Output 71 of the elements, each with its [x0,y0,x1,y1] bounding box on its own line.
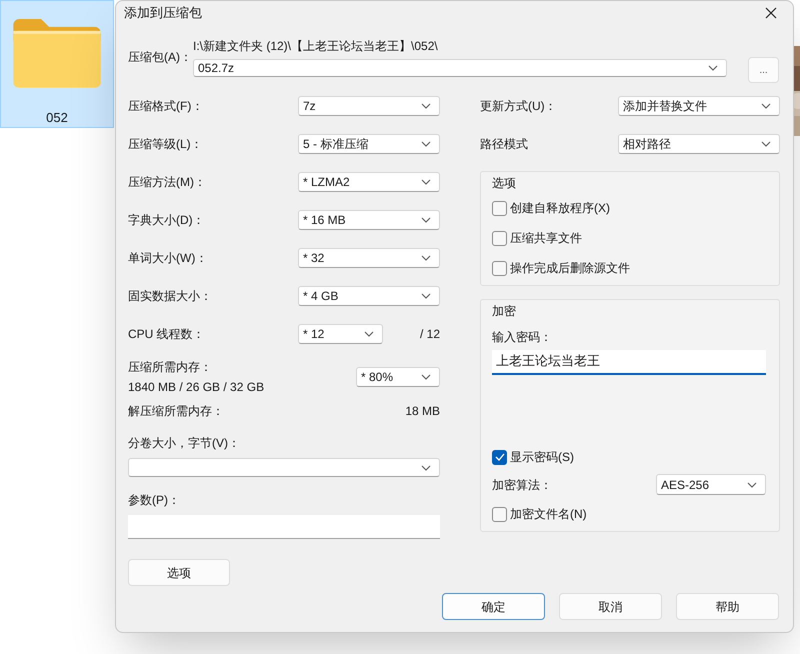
chevron-down-icon [364,331,374,337]
field-label: 更新方式(U)： [480,98,557,115]
checkbox[interactable] [492,506,507,522]
field-label: 输入密码： [492,329,552,346]
field-label: 参数(P)： [128,492,181,509]
field-label: 分卷大小，字节(V)： [128,435,241,452]
chevron-down-icon [421,217,431,223]
field-label: 加密算法： [492,476,552,494]
field-label: 路径模式 [480,136,528,153]
field-label: 固实数据大小： [128,288,212,305]
field-value: 18 MB [405,403,440,420]
dropdown[interactable]: 添加并替换文件 [618,96,780,116]
dropdown[interactable]: * 32 [298,248,440,268]
dialog-button[interactable]: 取消 [559,593,662,620]
chevron-down-icon [761,103,771,109]
checkbox-label: 操作完成后删除源文件 [510,260,630,277]
dialog-button[interactable]: 帮助 [676,593,779,620]
dropdown[interactable]: * 12 [298,324,383,344]
chevron-down-icon [421,374,431,380]
field-value: 1840 MB / 26 GB / 32 GB [128,379,264,396]
field-label: 压缩等级(L)： [128,136,203,153]
chevron-down-icon [421,179,431,185]
checkbox[interactable] [492,260,507,276]
checkmark-icon [494,453,504,461]
checkbox-label: 压缩共享文件 [510,230,582,247]
field-label: 单词大小(W)： [128,250,208,267]
desktop-item[interactable]: 052 [0,0,114,128]
dropdown[interactable]: 相对路径 [618,134,780,154]
field-label: 字典大小(D)： [128,212,205,229]
dialog-button[interactable]: 确定 [442,593,545,620]
dropdown[interactable]: * LZMA2 [298,172,440,192]
field-label: 压缩所需内存： [128,359,213,376]
dropdown[interactable]: * 16 MB [298,210,440,230]
dropdown[interactable]: * 80% [356,367,440,387]
file-name: 052 [46,108,68,126]
checkbox[interactable] [492,200,507,216]
dropdown[interactable]: 052.7z [193,59,727,77]
dropdown[interactable]: 7z [298,96,440,116]
chevron-down-icon [421,293,431,299]
options-button[interactable]: 选项 [128,559,230,586]
chevron-down-icon [421,255,431,261]
group-title: 选项 [492,175,516,192]
dropdown[interactable]: * 4 GB [298,286,440,306]
field-value: / 12 [420,326,440,343]
chevron-down-icon [421,141,431,147]
archive-path: I:\新建文件夹 (12)\【上老王论坛当老王】\052\ [193,39,439,55]
field-label: 解压缩所需内存： [128,403,224,420]
dropdown[interactable]: AES-256 [656,474,766,495]
field-label: 压缩包(A)： [128,49,193,66]
field-label: 压缩格式(F)： [128,98,204,115]
checkbox[interactable] [492,450,507,464]
folder-icon [11,17,103,88]
group-title: 加密 [492,303,516,320]
field-label: CPU 线程数： [128,326,206,343]
browse-button[interactable]: ... [748,57,779,83]
checkbox[interactable] [492,230,507,246]
dropdown[interactable] [128,458,440,477]
checkbox-label: 创建自释放程序(X) [510,200,610,217]
checkbox-label: 显示密码(S) [510,449,574,466]
close-icon [765,7,777,19]
dropdown[interactable]: 5 - 标准压缩 [298,134,440,154]
input-field[interactable] [128,515,440,539]
chevron-down-icon [421,103,431,109]
chevron-down-icon [747,482,757,488]
password-field[interactable]: 上老王论坛当老王 [492,350,766,375]
window-title: 添加到压缩包 [124,4,202,22]
chevron-down-icon [421,464,431,470]
chevron-down-icon [708,65,718,71]
field-label: 压缩方法(M)： [128,174,206,191]
chevron-down-icon [761,141,771,147]
checkbox-label: 加密文件名(N) [510,506,587,523]
